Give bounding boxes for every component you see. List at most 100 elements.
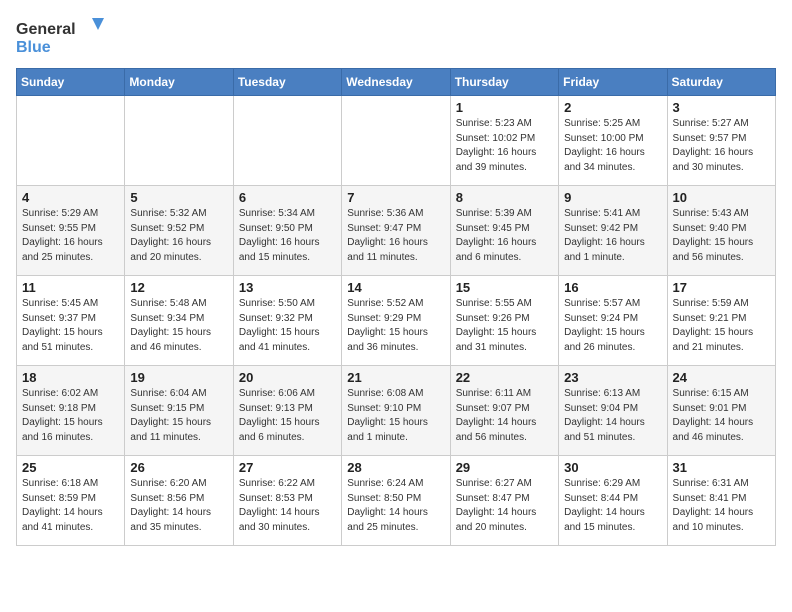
day-number: 27 (239, 460, 336, 475)
day-info: Sunrise: 6:20 AM Sunset: 8:56 PM Dayligh… (130, 477, 227, 535)
day-info: Sunrise: 5:48 AM Sunset: 9:34 PM Dayligh… (130, 297, 227, 355)
day-number: 13 (239, 280, 336, 295)
col-header-saturday: Saturday (667, 69, 775, 96)
calendar-week-5: 25Sunrise: 6:18 AM Sunset: 8:59 PM Dayli… (17, 456, 776, 546)
day-info: Sunrise: 6:13 AM Sunset: 9:04 PM Dayligh… (564, 387, 661, 445)
calendar-cell: 26 Sunrise: 6:20 AM Sunset: 8:56 PM Dayli… (125, 456, 233, 546)
col-header-sunday: Sunday (17, 69, 125, 96)
calendar-cell: 1 Sunrise: 5:23 AM Sunset: 10:02 PM Dayli… (450, 96, 558, 186)
calendar-cell: 23 Sunrise: 6:13 AM Sunset: 9:04 PM Dayli… (559, 366, 667, 456)
day-info: Sunrise: 6:22 AM Sunset: 8:53 PM Dayligh… (239, 477, 336, 535)
calendar-cell: 6 Sunrise: 5:34 AM Sunset: 9:50 PM Daylig… (233, 186, 341, 276)
day-number: 28 (347, 460, 444, 475)
day-number: 24 (673, 370, 770, 385)
day-number: 14 (347, 280, 444, 295)
calendar-week-2: 4Sunrise: 5:29 AM Sunset: 9:55 PM Daylig… (17, 186, 776, 276)
day-info: Sunrise: 5:41 AM Sunset: 9:42 PM Dayligh… (564, 207, 661, 265)
day-number: 15 (456, 280, 553, 295)
calendar-cell: 12 Sunrise: 5:48 AM Sunset: 9:34 PM Dayli… (125, 276, 233, 366)
calendar-cell: 4Sunrise: 5:29 AM Sunset: 9:55 PM Daylig… (17, 186, 125, 276)
calendar-cell: 20 Sunrise: 6:06 AM Sunset: 9:13 PM Dayli… (233, 366, 341, 456)
col-header-friday: Friday (559, 69, 667, 96)
day-info: Sunrise: 5:57 AM Sunset: 9:24 PM Dayligh… (564, 297, 661, 355)
calendar-cell: 8 Sunrise: 5:39 AM Sunset: 9:45 PM Daylig… (450, 186, 558, 276)
day-info: Sunrise: 6:02 AM Sunset: 9:18 PM Dayligh… (22, 387, 119, 445)
calendar-cell: 13Sunrise: 5:50 AM Sunset: 9:32 PM Dayli… (233, 276, 341, 366)
day-info: Sunrise: 5:23 AM Sunset: 10:02 PM Daylig… (456, 117, 553, 175)
day-number: 17 (673, 280, 770, 295)
day-number: 6 (239, 190, 336, 205)
day-info: Sunrise: 5:29 AM Sunset: 9:55 PM Dayligh… (22, 207, 119, 265)
col-header-monday: Monday (125, 69, 233, 96)
day-number: 8 (456, 190, 553, 205)
day-info: Sunrise: 5:25 AM Sunset: 10:00 PM Daylig… (564, 117, 661, 175)
calendar-week-4: 18Sunrise: 6:02 AM Sunset: 9:18 PM Dayli… (17, 366, 776, 456)
day-number: 2 (564, 100, 661, 115)
calendar-cell: 24 Sunrise: 6:15 AM Sunset: 9:01 PM Dayli… (667, 366, 775, 456)
calendar-cell: 3 Sunrise: 5:27 AM Sunset: 9:57 PM Daylig… (667, 96, 775, 186)
day-number: 7 (347, 190, 444, 205)
day-info: Sunrise: 5:34 AM Sunset: 9:50 PM Dayligh… (239, 207, 336, 265)
calendar-cell: 11 Sunrise: 5:45 AM Sunset: 9:37 PM Dayli… (17, 276, 125, 366)
day-number: 23 (564, 370, 661, 385)
day-info: Sunrise: 5:36 AM Sunset: 9:47 PM Dayligh… (347, 207, 444, 265)
day-number: 10 (673, 190, 770, 205)
day-info: Sunrise: 6:04 AM Sunset: 9:15 PM Dayligh… (130, 387, 227, 445)
day-number: 1 (456, 100, 553, 115)
calendar-cell (17, 96, 125, 186)
day-number: 11 (22, 280, 119, 295)
calendar-cell: 15 Sunrise: 5:55 AM Sunset: 9:26 PM Dayli… (450, 276, 558, 366)
day-info: Sunrise: 5:39 AM Sunset: 9:45 PM Dayligh… (456, 207, 553, 265)
day-info: Sunrise: 5:27 AM Sunset: 9:57 PM Dayligh… (673, 117, 770, 175)
calendar-cell: 27 Sunrise: 6:22 AM Sunset: 8:53 PM Dayli… (233, 456, 341, 546)
calendar-cell: 7 Sunrise: 5:36 AM Sunset: 9:47 PM Daylig… (342, 186, 450, 276)
calendar-table: SundayMondayTuesdayWednesdayThursdayFrid… (16, 68, 776, 546)
page-header: GeneralBlue (16, 16, 776, 56)
day-number: 26 (130, 460, 227, 475)
calendar-week-1: 1 Sunrise: 5:23 AM Sunset: 10:02 PM Dayli… (17, 96, 776, 186)
calendar-cell: 14 Sunrise: 5:52 AM Sunset: 9:29 PM Dayli… (342, 276, 450, 366)
day-info: Sunrise: 6:31 AM Sunset: 8:41 PM Dayligh… (673, 477, 770, 535)
day-info: Sunrise: 5:43 AM Sunset: 9:40 PM Dayligh… (673, 207, 770, 265)
day-number: 21 (347, 370, 444, 385)
day-info: Sunrise: 5:45 AM Sunset: 9:37 PM Dayligh… (22, 297, 119, 355)
calendar-cell (342, 96, 450, 186)
day-info: Sunrise: 6:24 AM Sunset: 8:50 PM Dayligh… (347, 477, 444, 535)
day-info: Sunrise: 5:55 AM Sunset: 9:26 PM Dayligh… (456, 297, 553, 355)
calendar-header-row: SundayMondayTuesdayWednesdayThursdayFrid… (17, 69, 776, 96)
col-header-wednesday: Wednesday (342, 69, 450, 96)
day-info: Sunrise: 6:27 AM Sunset: 8:47 PM Dayligh… (456, 477, 553, 535)
calendar-cell (125, 96, 233, 186)
calendar-cell: 31Sunrise: 6:31 AM Sunset: 8:41 PM Dayli… (667, 456, 775, 546)
calendar-cell: 22Sunrise: 6:11 AM Sunset: 9:07 PM Dayli… (450, 366, 558, 456)
calendar-cell: 16 Sunrise: 5:57 AM Sunset: 9:24 PM Dayli… (559, 276, 667, 366)
day-number: 12 (130, 280, 227, 295)
calendar-week-3: 11 Sunrise: 5:45 AM Sunset: 9:37 PM Dayli… (17, 276, 776, 366)
day-number: 20 (239, 370, 336, 385)
day-info: Sunrise: 5:32 AM Sunset: 9:52 PM Dayligh… (130, 207, 227, 265)
calendar-cell: 2 Sunrise: 5:25 AM Sunset: 10:00 PM Dayli… (559, 96, 667, 186)
calendar-cell: 28 Sunrise: 6:24 AM Sunset: 8:50 PM Dayli… (342, 456, 450, 546)
day-number: 30 (564, 460, 661, 475)
day-number: 29 (456, 460, 553, 475)
calendar-cell: 21Sunrise: 6:08 AM Sunset: 9:10 PM Dayli… (342, 366, 450, 456)
day-number: 16 (564, 280, 661, 295)
calendar-cell: 17Sunrise: 5:59 AM Sunset: 9:21 PM Dayli… (667, 276, 775, 366)
calendar-cell: 30 Sunrise: 6:29 AM Sunset: 8:44 PM Dayli… (559, 456, 667, 546)
calendar-cell: 19Sunrise: 6:04 AM Sunset: 9:15 PM Dayli… (125, 366, 233, 456)
calendar-cell: 25Sunrise: 6:18 AM Sunset: 8:59 PM Dayli… (17, 456, 125, 546)
calendar-cell (233, 96, 341, 186)
day-info: Sunrise: 5:52 AM Sunset: 9:29 PM Dayligh… (347, 297, 444, 355)
svg-text:Blue: Blue (16, 39, 51, 56)
calendar-cell: 18Sunrise: 6:02 AM Sunset: 9:18 PM Dayli… (17, 366, 125, 456)
day-number: 5 (130, 190, 227, 205)
day-number: 9 (564, 190, 661, 205)
logo: GeneralBlue (16, 16, 106, 56)
calendar-cell: 29 Sunrise: 6:27 AM Sunset: 8:47 PM Dayli… (450, 456, 558, 546)
day-number: 3 (673, 100, 770, 115)
day-info: Sunrise: 6:29 AM Sunset: 8:44 PM Dayligh… (564, 477, 661, 535)
day-info: Sunrise: 6:15 AM Sunset: 9:01 PM Dayligh… (673, 387, 770, 445)
day-info: Sunrise: 6:06 AM Sunset: 9:13 PM Dayligh… (239, 387, 336, 445)
day-info: Sunrise: 6:11 AM Sunset: 9:07 PM Dayligh… (456, 387, 553, 445)
calendar-cell: 9 Sunrise: 5:41 AM Sunset: 9:42 PM Daylig… (559, 186, 667, 276)
